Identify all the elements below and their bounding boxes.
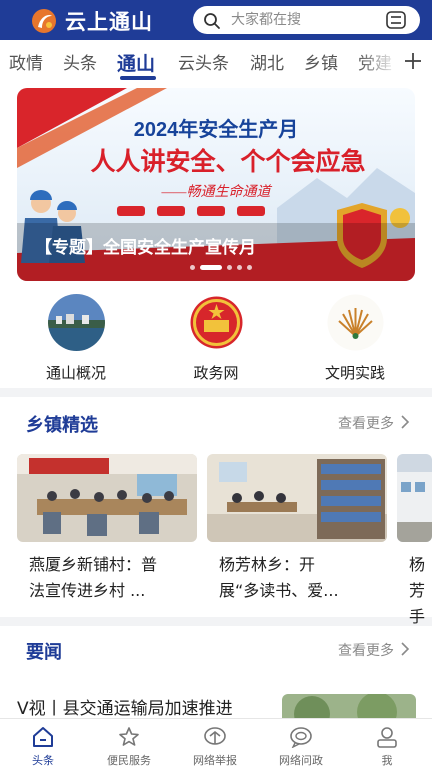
news-section-title: 要闻: [26, 642, 62, 663]
town-card[interactable]: 杨芳 手户: [397, 454, 432, 652]
tab-yuntoutiao[interactable]: 云头条: [178, 40, 229, 84]
shortcut-label: 文明实践: [324, 364, 385, 382]
national-emblem-icon: [188, 294, 245, 351]
chevron-right-icon: [401, 415, 410, 429]
user-icon: [377, 727, 397, 748]
shortcut-civilization-practice[interactable]: 文明实践: [300, 294, 410, 384]
nav-label: 我: [381, 754, 393, 767]
shortcut-label: 通山概况: [45, 364, 106, 382]
towns-section: 乡镇精选 查看更多 燕厦乡新铺村：普 法宣传进乡村 ... 杨芳林乡：开 展“多…: [0, 397, 432, 652]
home-icon: [33, 727, 53, 747]
tab-toutiao[interactable]: 头条: [63, 40, 97, 84]
shortcut-grid: 通山概况 政务网 文明实践: [0, 284, 432, 388]
town-card[interactable]: 杨芳林乡：开 展“多读书、爱...: [207, 454, 387, 614]
banner-section: 2024年安全生产月 人人讲安全、个个会应急 ——畅通生命通道 【专题】全国安全…: [0, 84, 432, 284]
nav-label: 头条: [32, 754, 54, 767]
add-channel-icon[interactable]: [404, 52, 422, 70]
search-icon: [204, 13, 220, 29]
top-header: 云上通山 大家都在搜: [0, 0, 432, 40]
library-photo: [207, 454, 387, 542]
app-screen: 云上通山 大家都在搜 政情 头条 通山 云头条 湖北 乡镇 党建: [0, 0, 432, 768]
nav-headlines[interactable]: 头条: [0, 719, 86, 768]
news-section: 要闻 查看更多 V视丨县交通运输局加速推进: [0, 626, 432, 726]
town-building-photo: [397, 454, 432, 542]
news-more-link[interactable]: 查看更多: [338, 640, 410, 660]
tab-fade-overlay: [358, 40, 398, 84]
search-placeholder: 大家都在搜: [231, 12, 301, 28]
town-card[interactable]: 燕厦乡新铺村：普 法宣传进乡村 ...: [17, 454, 197, 614]
more-label: 查看更多: [338, 643, 394, 659]
town-card-title: 燕厦乡新铺村：普 法宣传进乡村 ...: [29, 555, 158, 600]
shortcut-label: 政务网: [193, 364, 239, 382]
towns-more-link[interactable]: 查看更多: [338, 413, 410, 433]
poster-slogan: 人人讲安全、个个会应急: [90, 147, 365, 176]
shortcut-tongshan-overview[interactable]: 通山概况: [21, 294, 131, 384]
nav-inquiry[interactable]: 网络问政: [258, 719, 344, 768]
carousel-dot[interactable]: [227, 265, 232, 270]
town-card-title: 杨芳林乡：开 展“多读书、爱...: [219, 555, 339, 600]
banner-carousel[interactable]: 2024年安全生产月 人人讲安全、个个会应急 ——畅通生命通道 【专题】全国安全…: [17, 88, 415, 281]
app-logo-icon: [32, 9, 56, 33]
shortcut-government-portal[interactable]: 政务网: [161, 294, 271, 384]
tab-hubei[interactable]: 湖北: [250, 40, 284, 84]
news-headline[interactable]: V视丨县交通运输局加速推进: [17, 694, 233, 719]
nav-services[interactable]: 便民服务: [86, 719, 172, 768]
more-label: 查看更多: [338, 416, 394, 432]
nav-label: 便民服务: [107, 754, 151, 767]
search-bar[interactable]: 大家都在搜: [193, 6, 420, 34]
tab-zhengqing[interactable]: 政情: [9, 40, 43, 84]
scan-icon[interactable]: [386, 11, 406, 29]
nav-me[interactable]: 我: [344, 719, 430, 768]
nav-label: 网络举报: [193, 754, 237, 767]
poster-subslogan: ——畅通生命通道: [161, 184, 273, 200]
nav-report[interactable]: 网络举报: [172, 719, 258, 768]
tab-xiangzhen[interactable]: 乡镇: [304, 40, 338, 84]
active-tab-indicator: [120, 76, 156, 80]
poster-title-year: 2024年安全生产月: [134, 117, 299, 141]
carousel-dot[interactable]: [247, 265, 252, 270]
service-icon: [119, 727, 139, 746]
county-photo-icon: [48, 294, 105, 351]
report-icon: [204, 727, 226, 745]
nav-label: 网络问政: [279, 754, 323, 767]
carousel-dot[interactable]: [190, 265, 195, 270]
banner-caption: 【专题】全国安全生产宣传月: [35, 238, 256, 258]
civilization-practice-icon: [327, 294, 384, 351]
app-title: 云上通山: [65, 10, 153, 34]
towns-section-title: 乡镇精选: [26, 415, 98, 436]
carousel-dot[interactable]: [237, 265, 242, 270]
bottom-navigation: 头条 便民服务 网络举报 网络问政 我: [0, 718, 432, 768]
chevron-right-icon: [401, 642, 410, 656]
meeting-room-photo: [17, 454, 197, 542]
inquiry-icon: [290, 727, 312, 748]
carousel-dot-active[interactable]: [200, 265, 222, 270]
